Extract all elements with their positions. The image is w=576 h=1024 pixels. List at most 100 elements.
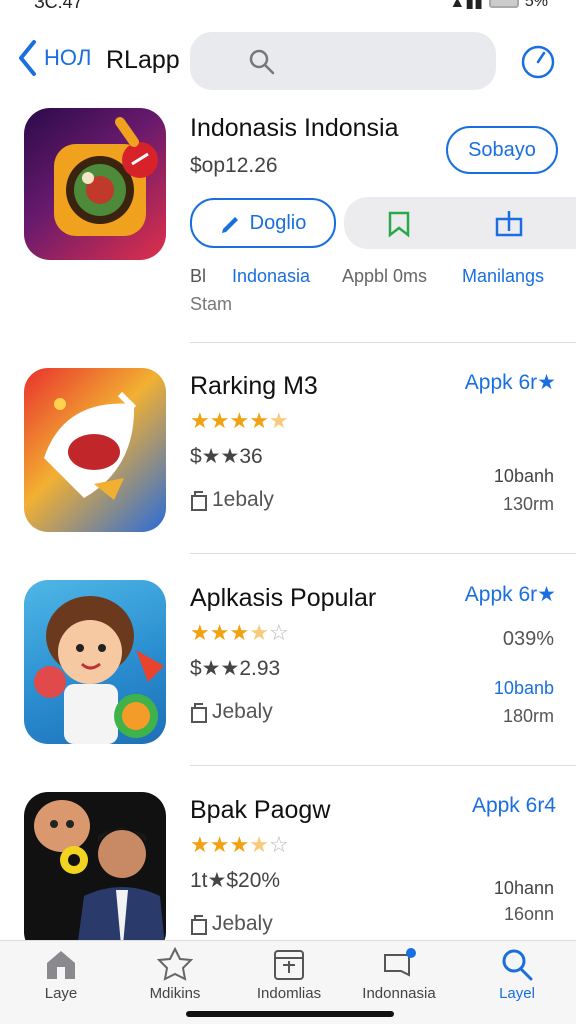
featured-app-price: $op12.26 xyxy=(190,154,278,177)
app-link[interactable]: Appk 6r★ xyxy=(465,370,556,395)
app-icon xyxy=(24,792,166,956)
featured-meta-2[interactable]: Indonasia xyxy=(232,266,310,287)
rating-stars: ★★★★★ xyxy=(190,408,289,434)
featured-meta-3: Appbl 0ms xyxy=(342,266,428,286)
tab-search[interactable]: Layel xyxy=(462,947,572,1002)
tab-home[interactable]: Laye xyxy=(6,947,116,1002)
app-price: $★★36 xyxy=(190,445,263,468)
app-icon xyxy=(24,580,166,744)
tab-rankings[interactable]: Mdikins xyxy=(120,947,230,1002)
calendar-icon xyxy=(274,950,304,980)
character-art xyxy=(34,596,164,744)
pencil-icon xyxy=(221,217,238,233)
star-full-icon: ★ xyxy=(209,408,230,433)
featured-meta-1: Bl xyxy=(190,266,207,286)
star-half-icon: ★ xyxy=(249,620,269,645)
star-full-icon: ★ xyxy=(209,832,230,857)
app-title: Rarking M3 xyxy=(190,372,318,400)
back-button[interactable]: HOЛ xyxy=(16,38,91,78)
star-full-icon: ★ xyxy=(229,408,250,433)
person-art xyxy=(34,800,166,956)
app-count: 10hann xyxy=(493,878,554,898)
app-icon xyxy=(24,368,166,532)
app-mb: 16onn xyxy=(503,904,554,924)
search-icon xyxy=(249,49,275,75)
tab-calendar[interactable]: Indomlias xyxy=(234,947,344,1002)
home-indicator xyxy=(186,1011,394,1017)
app-price: $★★2.93 xyxy=(190,657,281,680)
download-button[interactable]: Doglio xyxy=(190,198,336,248)
featured-meta-4[interactable]: Manilangs xyxy=(462,266,544,287)
app-link[interactable]: Appk 6r4 xyxy=(472,794,556,818)
signal-icon: ▲▮▮ xyxy=(449,0,483,11)
star-full-icon: ★ xyxy=(229,620,250,645)
page-title: RLapp xyxy=(106,46,180,74)
app-size-label: 1ebaly xyxy=(212,488,274,511)
tab-notifications[interactable]: Indonnasia xyxy=(344,947,454,1002)
search-icon xyxy=(502,949,533,981)
timer-icon[interactable] xyxy=(520,44,556,80)
list-item[interactable]: Aplkasis Popular ★★★★☆ $★★2.93 Jebaly Ap… xyxy=(0,580,576,780)
notification-icon xyxy=(384,948,416,977)
home-icon xyxy=(47,951,75,979)
tab-label: Layel xyxy=(499,985,535,1002)
app-title: Bpak Paogw xyxy=(190,796,331,824)
tab-label: Indomlias xyxy=(256,985,322,1002)
divider xyxy=(190,342,576,343)
rating-stars: ★★★★☆ xyxy=(190,620,289,646)
tab-label: Indonnasia xyxy=(362,985,436,1002)
search-input[interactable] xyxy=(190,32,496,90)
status-bar: ЗС:47 ▲▮▮ 5% xyxy=(0,0,576,14)
featured-actions xyxy=(344,197,576,249)
app-mb: 130rm xyxy=(502,494,554,514)
star-badge-icon xyxy=(157,947,193,981)
app-mb: 180rm xyxy=(502,706,554,726)
tab-label: Mdikins xyxy=(149,985,201,1002)
lock-icon xyxy=(191,703,207,723)
featured-app-icon[interactable] xyxy=(24,108,166,260)
star-empty-icon: ☆ xyxy=(268,832,289,857)
divider xyxy=(190,765,576,766)
megaphone-art xyxy=(44,391,137,500)
star-empty-icon: ☆ xyxy=(268,620,289,645)
chevron-left-icon xyxy=(19,40,36,76)
share-icon[interactable] xyxy=(494,209,524,239)
camera-app-art xyxy=(54,117,158,236)
divider xyxy=(190,553,576,554)
app-size-label: Jebaly xyxy=(212,912,273,935)
nav-bar: HOЛ RLapp xyxy=(0,28,576,94)
app-count: 10banb xyxy=(493,678,554,698)
battery-label: 5% xyxy=(524,0,548,10)
app-size: 1ebaly xyxy=(190,488,274,512)
battery-icon xyxy=(488,0,519,8)
app-size: Jebaly xyxy=(190,912,273,936)
bookmark-icon[interactable] xyxy=(384,209,414,239)
list-item[interactable]: Rarking M3 ★★★★★ $★★36 1ebaly Appk 6r★ 1… xyxy=(0,368,576,568)
app-link[interactable]: Appk 6r★ xyxy=(465,582,556,607)
lock-icon xyxy=(191,915,207,935)
star-full-icon: ★ xyxy=(229,832,250,857)
featured-app-name: Indonasis Indonsia xyxy=(190,114,399,142)
status-icons: ▲▮▮ 5% xyxy=(449,0,548,12)
back-label: HOЛ xyxy=(44,45,92,70)
app-stat: 039% xyxy=(502,628,554,650)
app-title: Aplkasis Popular xyxy=(190,584,377,612)
app-count: 10banh xyxy=(493,466,554,486)
lock-icon xyxy=(191,491,207,511)
status-time: ЗС:47 xyxy=(34,0,83,12)
app-price: 1t★$20% xyxy=(190,869,281,892)
app-size: Jebaly xyxy=(190,700,273,724)
star-half-icon: ★ xyxy=(268,408,289,433)
star-full-icon: ★ xyxy=(209,620,230,645)
star-full-icon: ★ xyxy=(249,408,269,433)
tab-label: Laye xyxy=(44,985,78,1002)
star-half-icon: ★ xyxy=(249,832,269,857)
get-button-label: Sobayo xyxy=(468,138,536,161)
app-size-label: Jebaly xyxy=(212,700,273,723)
star-full-icon: ★ xyxy=(190,620,210,645)
featured-meta-sub: Stam xyxy=(190,294,233,314)
rating-stars: ★★★★☆ xyxy=(190,832,289,858)
star-full-icon: ★ xyxy=(190,408,210,433)
get-button[interactable]: Sobayo xyxy=(446,126,558,174)
download-label: Doglio xyxy=(249,211,307,234)
